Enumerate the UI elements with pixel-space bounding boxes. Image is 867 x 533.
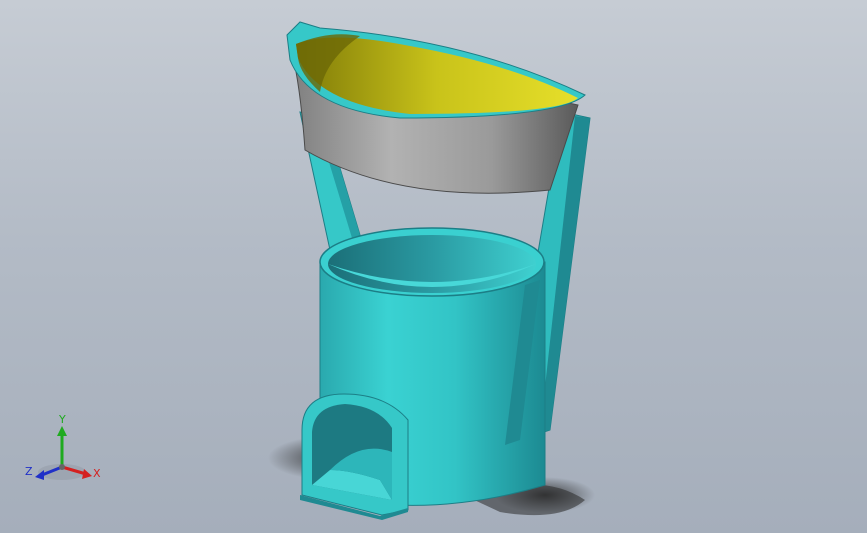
triad-origin-icon <box>59 464 65 470</box>
model-view[interactable] <box>0 0 867 533</box>
z-axis-label: Z <box>25 465 33 478</box>
graphics-viewport[interactable]: Y X Z <box>0 0 867 533</box>
coordinate-triad[interactable]: Y X Z <box>22 412 106 488</box>
x-axis-label: X <box>93 467 101 480</box>
y-axis-arrow-icon <box>57 426 67 436</box>
y-axis-label: Y <box>59 413 66 426</box>
